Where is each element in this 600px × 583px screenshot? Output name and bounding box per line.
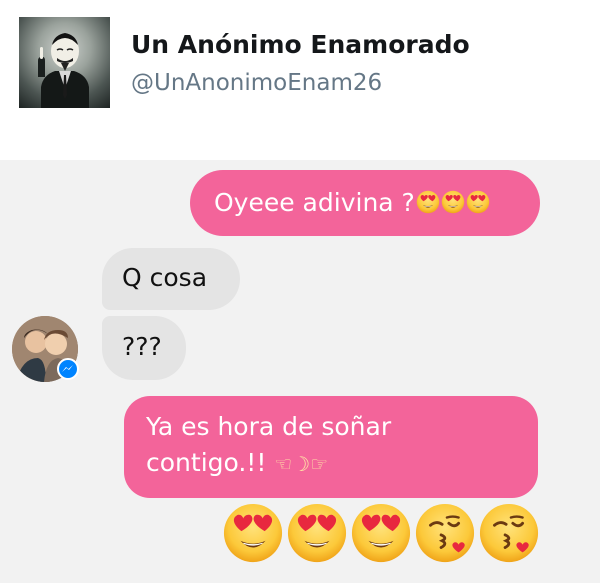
chat-thread: Oyeee adivina ? Q cosa ??? Ya es hora de… [0, 160, 600, 583]
profile-header: Un Anónimo Enamorado @UnAnonimoEnam26 [0, 0, 600, 160]
message-text: ??? [122, 332, 162, 361]
heart-eyes-icon [416, 190, 440, 214]
heart-eyes-icon [286, 502, 348, 564]
crescent-moon-icon: ☽ [292, 452, 311, 476]
kissing-heart-icon [478, 502, 540, 564]
heart-eyes-icon [222, 502, 284, 564]
message-text: contigo.!! [146, 448, 267, 477]
message-bubble-incoming[interactable]: Q cosa [102, 248, 240, 310]
message-text: Q cosa [122, 263, 208, 292]
profile-display-name: Un Anónimo Enamorado [131, 30, 470, 59]
profile-handle[interactable]: @UnAnonimoEnam26 [131, 70, 382, 96]
emoji-message[interactable] [222, 502, 542, 568]
messenger-icon [57, 358, 79, 380]
hand-pointing-right-icon: ☞ [310, 452, 329, 476]
message-bubble-outgoing[interactable]: Oyeee adivina ? [190, 170, 540, 236]
message-text: Ya es hora de soñar [146, 412, 392, 441]
message-bubble-outgoing[interactable]: Ya es hora de soñar contigo.!! ☜☽☞ [124, 396, 538, 498]
profile-avatar[interactable] [19, 17, 110, 108]
message-bubble-incoming[interactable]: ??? [102, 316, 186, 380]
heart-eyes-icon [350, 502, 412, 564]
heart-eyes-icon [466, 190, 490, 214]
hand-pointing-left-icon: ☜ [274, 452, 293, 476]
kissing-heart-icon [414, 502, 476, 564]
heart-eyes-icon [441, 190, 465, 214]
message-text: Oyeee adivina ? [214, 188, 415, 217]
